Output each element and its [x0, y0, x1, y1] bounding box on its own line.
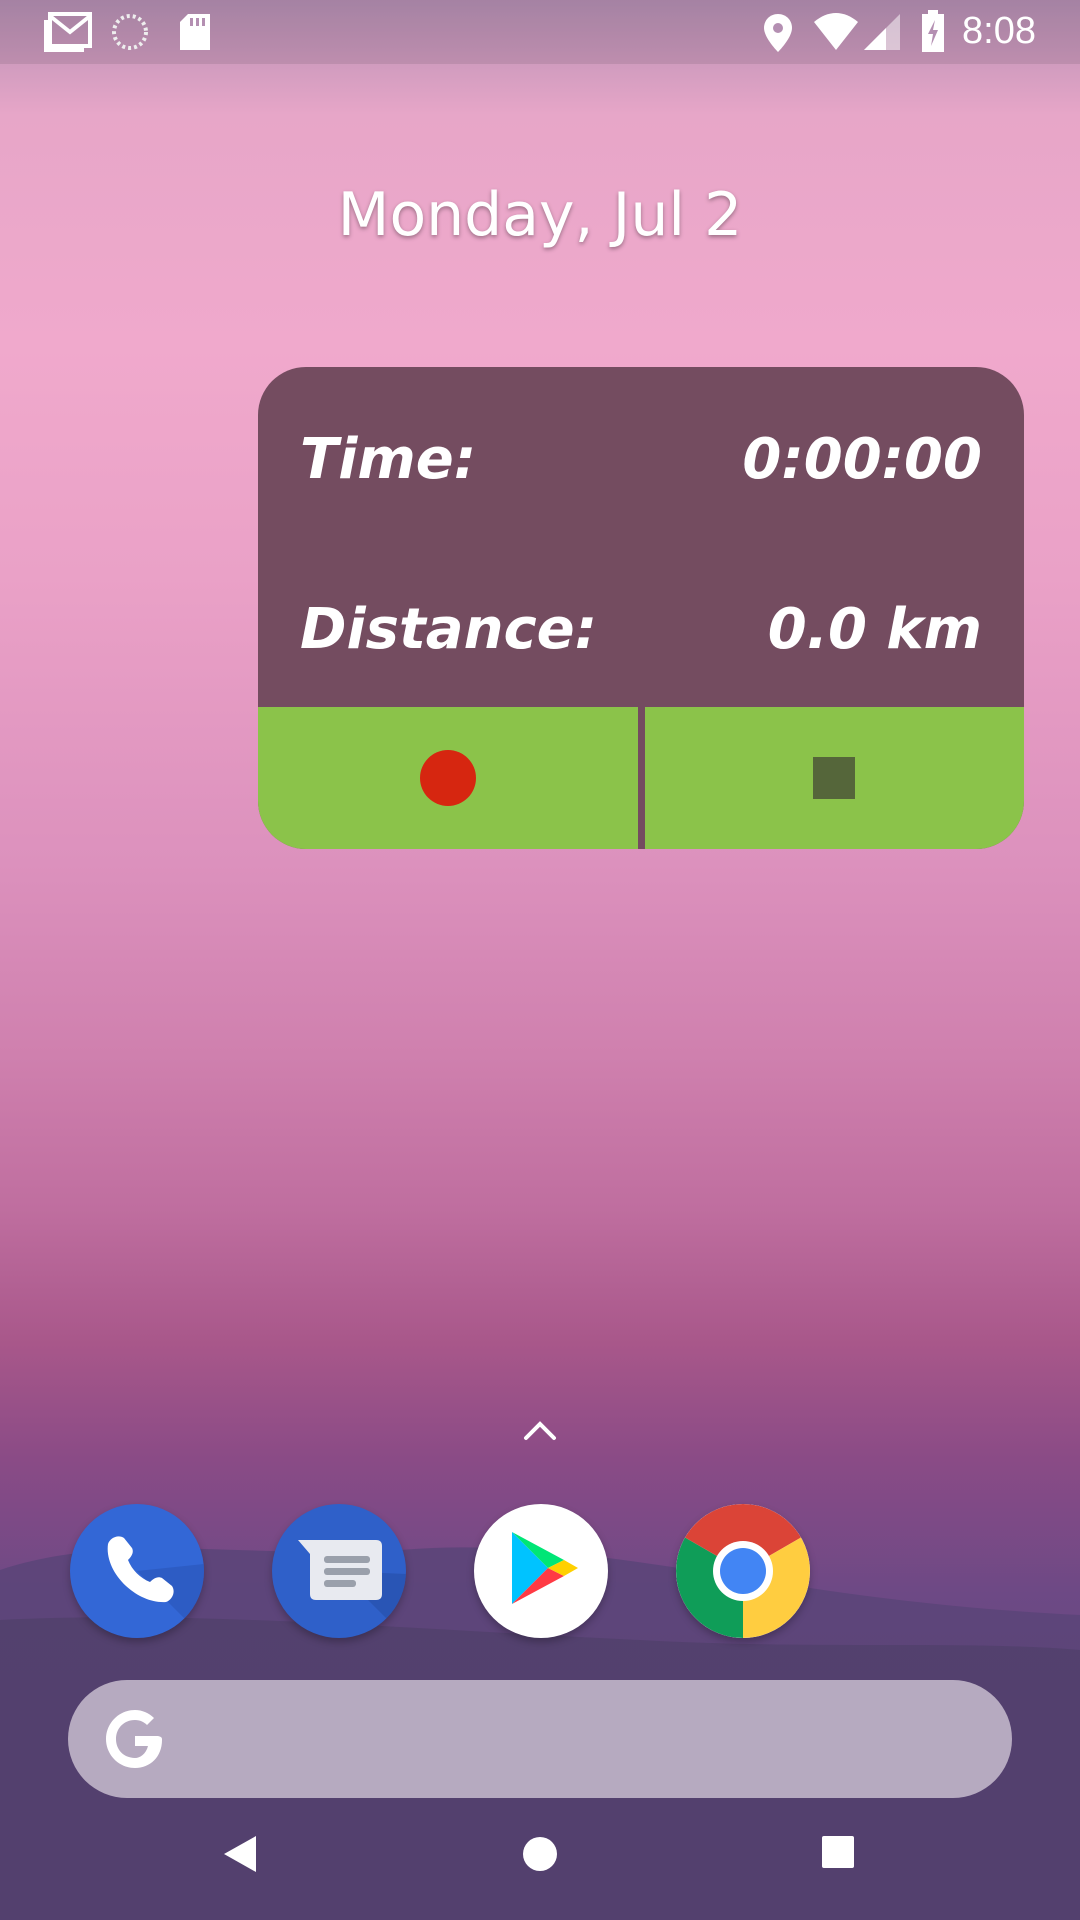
- distance-value: 0.0 km: [767, 597, 982, 662]
- tracker-widget[interactable]: Time: 0:00:00 Distance: 0.0 km: [258, 367, 1024, 849]
- phone-icon[interactable]: [70, 1504, 204, 1638]
- record-icon: [419, 750, 476, 806]
- button-divider: [637, 707, 645, 849]
- home-icon[interactable]: [520, 1834, 560, 1874]
- stop-icon: [813, 757, 856, 799]
- signal-icon: [864, 14, 900, 50]
- stop-button[interactable]: [645, 707, 1025, 849]
- location-icon: [764, 14, 792, 52]
- chrome-icon[interactable]: [676, 1504, 810, 1638]
- navigation-bar: [0, 1800, 1080, 1920]
- recents-icon[interactable]: [820, 1834, 856, 1870]
- battery-charging-icon: [922, 10, 944, 52]
- chevron-up-icon[interactable]: [522, 1418, 558, 1442]
- date-label[interactable]: Monday, Jul 2: [0, 180, 1080, 250]
- time-row: Time: 0:00:00: [300, 427, 982, 492]
- widget-controls: [258, 707, 1024, 849]
- distance-label: Distance:: [300, 597, 598, 662]
- status-time: 8:08: [962, 10, 1036, 52]
- messages-icon[interactable]: [272, 1504, 406, 1638]
- distance-row: Distance: 0.0 km: [300, 597, 982, 662]
- back-icon[interactable]: [222, 1834, 258, 1874]
- time-label: Time:: [300, 427, 477, 492]
- play-store-icon[interactable]: [474, 1504, 608, 1638]
- time-value: 0:00:00: [742, 427, 982, 492]
- google-search-bar[interactable]: [68, 1680, 1012, 1798]
- google-g-icon: [106, 1710, 162, 1768]
- wifi-icon: [814, 13, 858, 50]
- record-button[interactable]: [258, 707, 638, 849]
- status-bar: 8:08: [0, 0, 1080, 64]
- gmail-icon: [44, 12, 92, 52]
- sd-card-icon: [180, 14, 210, 50]
- sync-icon: [112, 14, 148, 50]
